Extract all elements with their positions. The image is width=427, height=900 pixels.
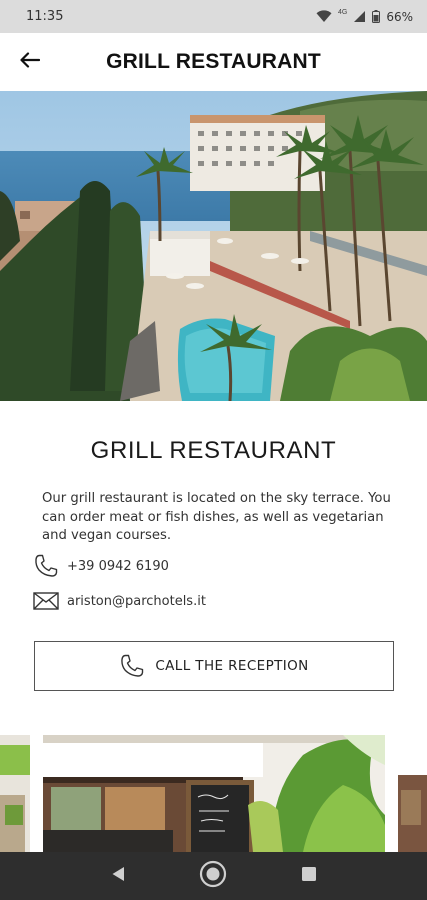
nav-back-button[interactable]: [98, 856, 138, 896]
section-title: GRILL RESTAURANT: [90, 437, 337, 464]
gallery-image-previous[interactable]: [0, 735, 30, 852]
call-reception-button[interactable]: CALL THE RECEPTION: [34, 641, 394, 691]
phone-number[interactable]: +39 0942 6190: [67, 559, 169, 574]
status-time: 11:35: [26, 9, 64, 24]
call-reception-label: CALL THE RECEPTION: [155, 658, 309, 674]
nav-recents-button[interactable]: [289, 856, 329, 896]
status-bar: 11:35 4G 66%: [0, 0, 427, 33]
status-icons: 4G 66%: [316, 9, 413, 24]
app-bar: GRILL RESTAURANT: [0, 33, 427, 91]
system-nav-bar: [0, 852, 427, 900]
recents-square-icon: [301, 866, 317, 887]
network-type: 4G: [337, 9, 348, 16]
home-circle-icon: [199, 860, 227, 893]
battery-icon: [372, 10, 381, 23]
arrow-left-icon: [20, 51, 41, 73]
nav-home-button[interactable]: [193, 856, 233, 896]
photo-gallery[interactable]: [0, 735, 427, 852]
phone-icon: [119, 652, 147, 680]
wifi-icon: [316, 10, 332, 23]
email-row[interactable]: ariston@parchotels.it: [33, 587, 206, 615]
back-button[interactable]: [18, 50, 42, 74]
envelope-icon: [33, 587, 61, 615]
gallery-image-next[interactable]: [398, 735, 427, 852]
phone-icon: [33, 552, 61, 580]
battery-percent: 66%: [386, 9, 413, 24]
email-address[interactable]: ariston@parchotels.it: [67, 594, 206, 609]
back-triangle-icon: [111, 866, 125, 887]
phone-row[interactable]: +39 0942 6190: [33, 552, 169, 580]
hero-image: [0, 91, 427, 401]
page-title: GRILL RESTAURANT: [106, 50, 321, 73]
gallery-image-current[interactable]: [43, 735, 385, 852]
signal-icon: [353, 10, 366, 23]
description-text: Our grill restaurant is located on the s…: [42, 491, 391, 543]
